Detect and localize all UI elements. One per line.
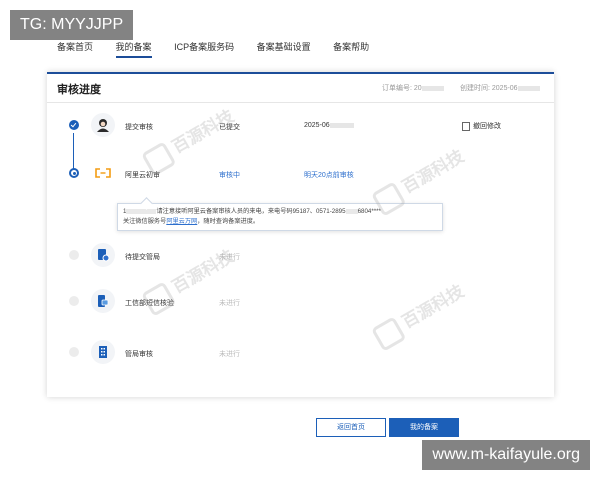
nav-item-home[interactable]: 备案首页 — [57, 40, 93, 56]
progress-card: 审核进度 订单编号: 20 创建时间: 2025-06 提交审核 已提交 202… — [47, 72, 554, 397]
submit-document-icon — [91, 243, 115, 267]
nav-item-icp-code[interactable]: ICP备案服务码 — [174, 40, 234, 56]
wechat-service-link[interactable]: 阿里云万网 — [166, 218, 197, 225]
withdraw-edit-link[interactable]: 撤回修改 — [462, 121, 501, 131]
pending-dot-icon — [69, 347, 79, 357]
page-title: 审核进度 — [57, 84, 101, 96]
nav-item-settings[interactable]: 备案基础设置 — [257, 40, 311, 56]
overlay-label-bottom: www.m-kaifayule.org — [422, 440, 590, 470]
current-dot-icon — [69, 168, 79, 178]
overlay-label-top: TG: MYYJJPP — [10, 10, 134, 40]
pending-dot-icon — [69, 250, 79, 260]
check-dot-icon — [69, 120, 79, 130]
card-header: 审核进度 订单编号: 20 创建时间: 2025-06 — [47, 74, 554, 103]
aliyun-logo-icon — [91, 161, 115, 185]
nav-item-my-filings[interactable]: 我的备案 — [115, 40, 152, 58]
step-label: 提交审核 — [125, 124, 153, 131]
nav-item-help[interactable]: 备案帮助 — [333, 40, 369, 56]
pending-dot-icon — [69, 296, 79, 306]
step-row: 提交审核 已提交 2025-06 撤回修改 — [47, 110, 554, 140]
person-avatar-icon — [91, 113, 115, 137]
step-row: 工信部短信核验 未进行 — [47, 286, 554, 316]
order-number: 订单编号: 20 — [382, 83, 444, 93]
sms-verify-icon — [91, 289, 115, 313]
step-row: 管局审核 未进行 — [47, 337, 554, 367]
edit-icon — [462, 121, 470, 131]
top-nav: 备案首页 我的备案 ICP备案服务码 备案基础设置 备案帮助 — [57, 40, 389, 58]
step-status: 审核中 — [219, 172, 240, 179]
step-info: 明天20点前审核 — [304, 172, 354, 179]
back-home-button[interactable]: 返回首页 — [316, 418, 386, 437]
step-info: 2025-06 — [304, 122, 354, 129]
step-label: 管局审核 — [125, 351, 153, 358]
step-row: 阿里云初审 审核中 明天20点前审核 — [47, 158, 554, 188]
step-status: 未进行 — [219, 351, 240, 358]
created-time: 创建时间: 2025-06 — [460, 83, 540, 93]
bureau-building-icon — [91, 340, 115, 364]
step-row: 待提交管局 未进行 — [47, 240, 554, 270]
step-label: 待提交管局 — [125, 254, 160, 261]
my-filings-button[interactable]: 我的备案 — [389, 418, 459, 437]
step-status: 未进行 — [219, 300, 240, 307]
